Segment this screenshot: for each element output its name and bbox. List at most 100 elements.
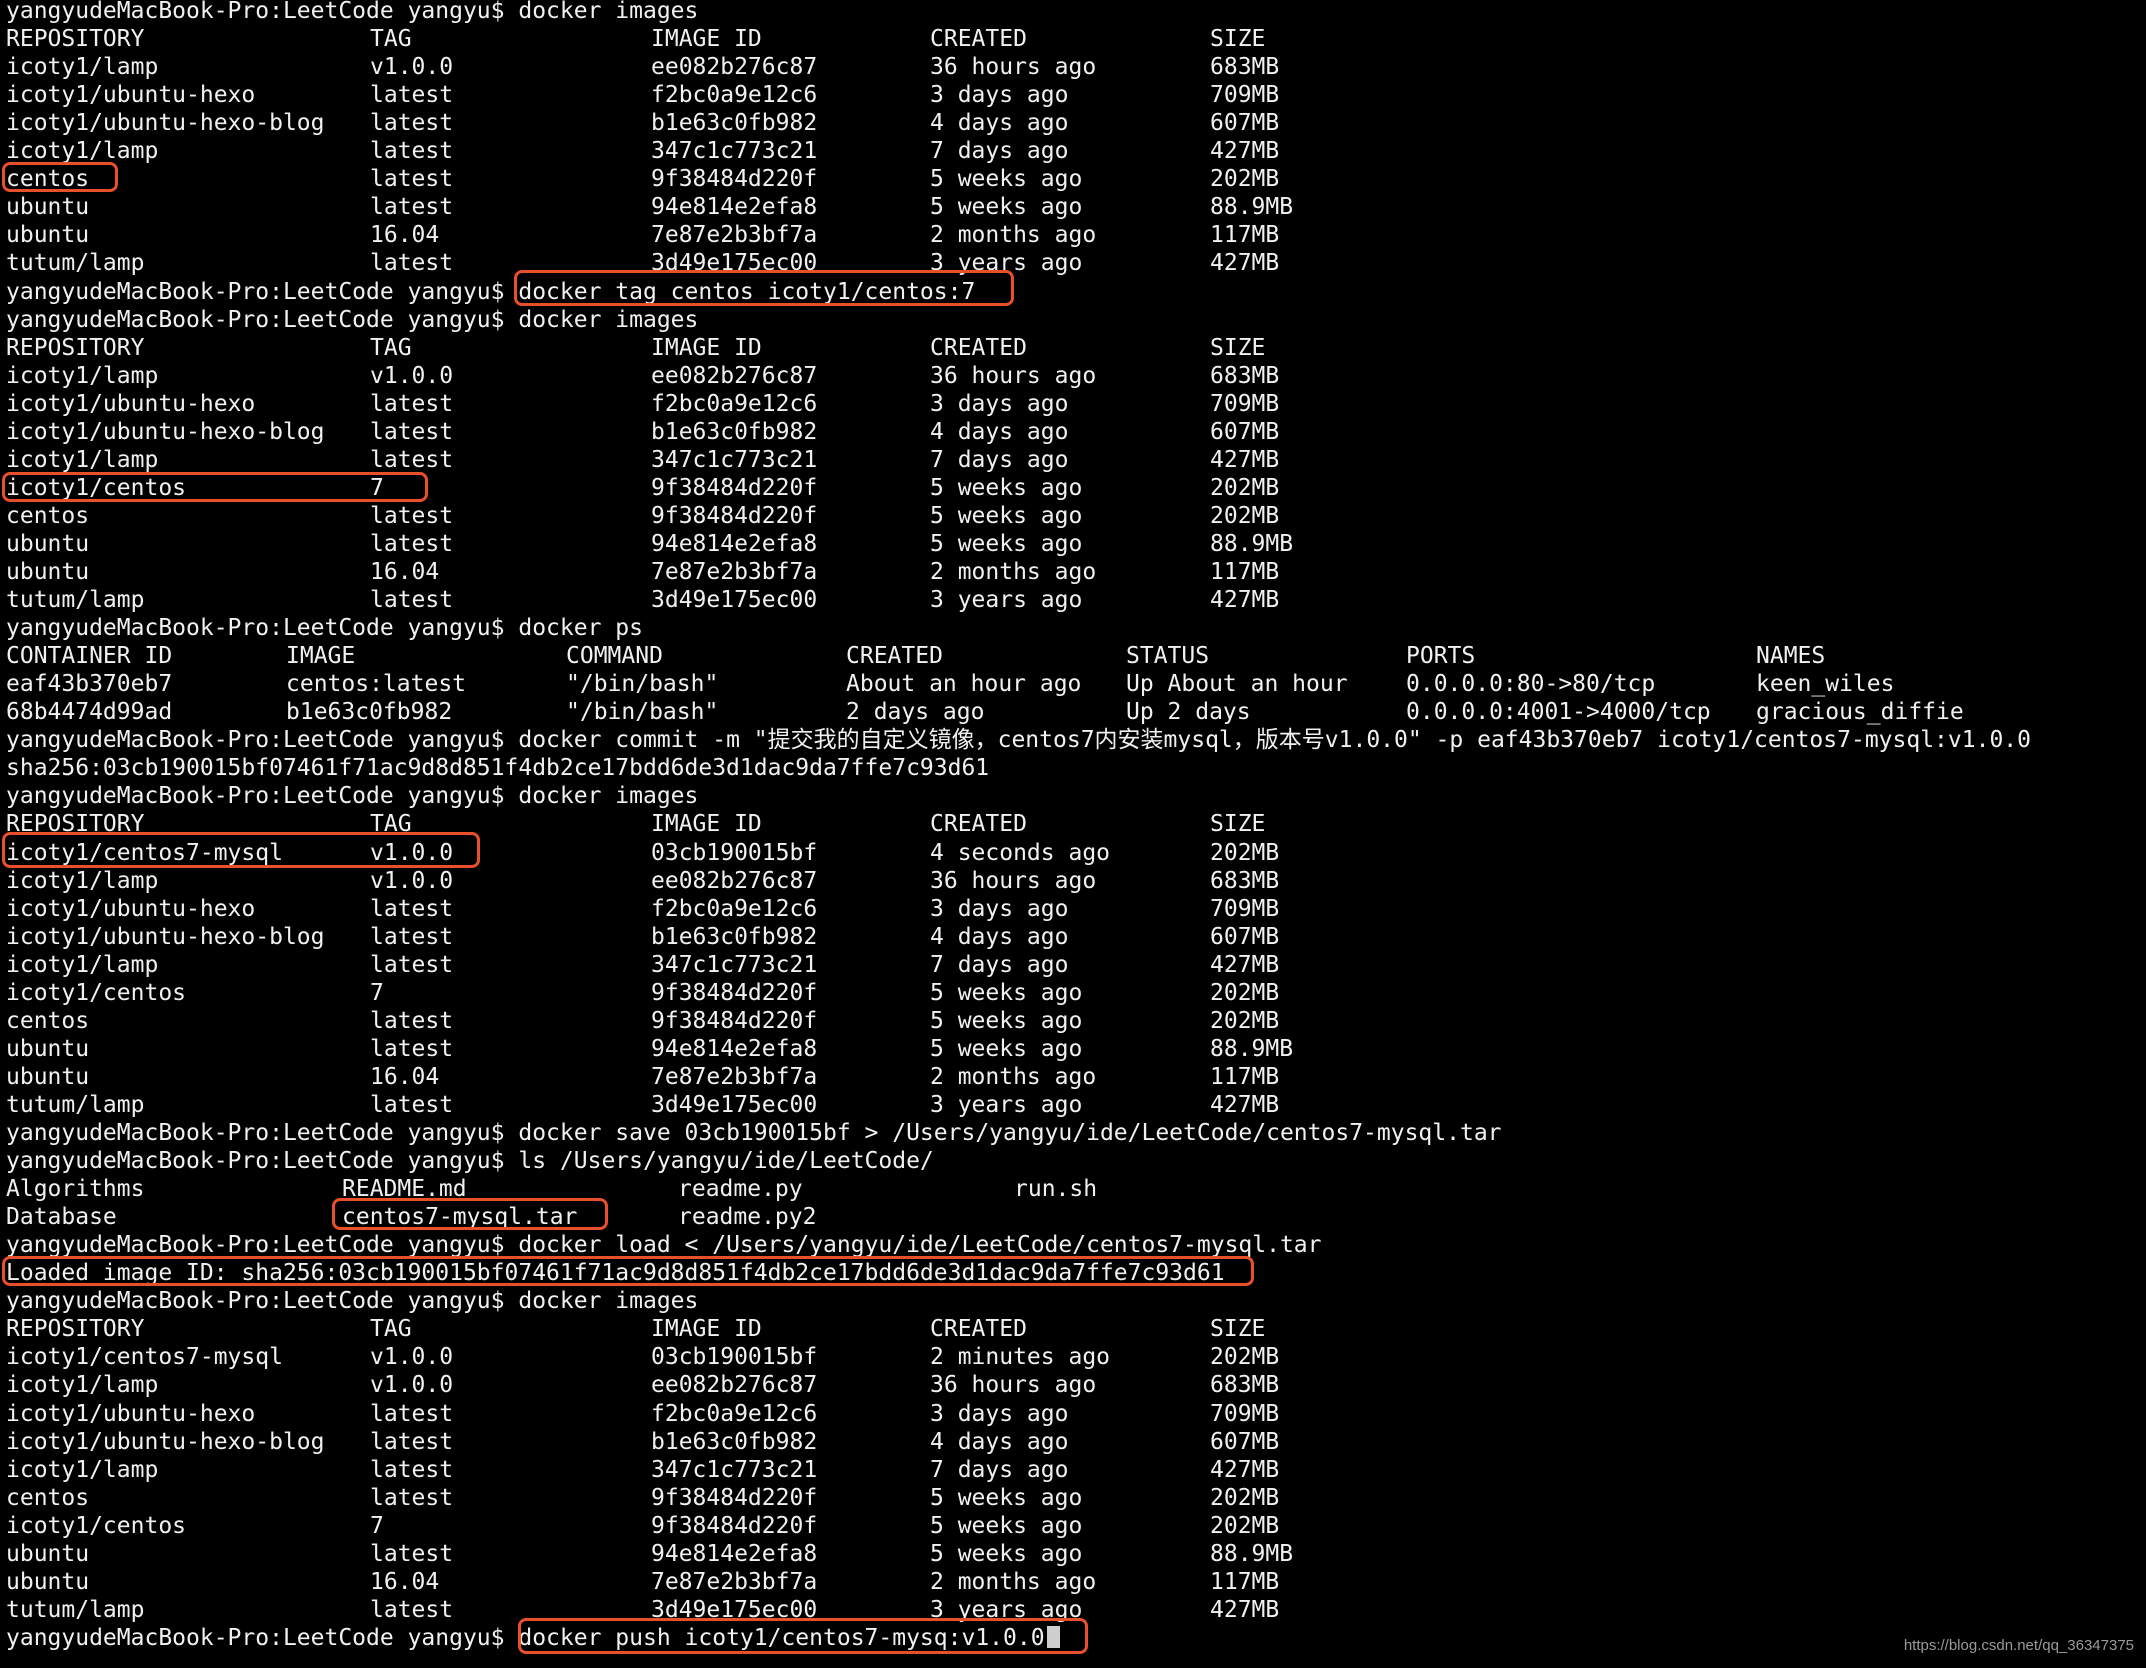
cell: centos	[6, 502, 90, 529]
table-row: REPOSITORY TAG IMAGE ID CREATED SIZE	[6, 25, 2126, 53]
cell: icoty1/centos	[6, 474, 187, 501]
command-text: docker save 03cb190015bf > /Users/yangyu…	[518, 1120, 1502, 1146]
cell: ubuntu	[6, 222, 90, 249]
cell: 4 days ago	[930, 110, 1069, 137]
cell: IMAGE ID	[651, 334, 762, 361]
cell: icoty1/ubuntu-hexo-blog	[6, 923, 325, 950]
cell: 347c1c773c21	[651, 1456, 818, 1483]
cell: 94e814e2efa8	[651, 194, 818, 221]
cell: Up 2 days	[1126, 699, 1251, 726]
cell: centos	[6, 166, 90, 193]
cell: latest	[370, 1035, 454, 1062]
command-line: yangyudeMacBook-Pro:LeetCode yangyu$ doc…	[6, 614, 643, 642]
cell: Database	[6, 1204, 117, 1231]
cell: 7e87e2b3bf7a	[651, 222, 818, 249]
table-row: icoty1/ubuntu-hexo latest f2bc0a9e12c6 3 da…	[6, 895, 2126, 923]
cell: 427MB	[1210, 1456, 1280, 1483]
table-row: icoty1/centos 7 9f38484d220f 5 weeks ago 202…	[6, 474, 2126, 502]
cell: keen_wiles	[1756, 671, 1895, 698]
cell: b1e63c0fb982	[286, 699, 453, 726]
cell: 202MB	[1210, 1484, 1280, 1511]
cell: 9f38484d220f	[651, 474, 818, 501]
command-text: docker load < /Users/yangyu/ide/LeetCode…	[518, 1232, 1322, 1259]
command-text: ls /Users/yangyu/ide/LeetCode/	[518, 1148, 934, 1175]
cell: CREATED	[930, 334, 1027, 361]
cell: 3 days ago	[930, 1400, 1069, 1427]
cell: 683MB	[1210, 362, 1280, 389]
cell: ubuntu	[6, 1063, 90, 1090]
ls-row: Database centos7-mysql.tar readme.py2	[6, 1203, 2126, 1231]
cell: icoty1/ubuntu-hexo	[6, 1400, 256, 1427]
cell: 202MB	[1210, 502, 1280, 529]
cell: "/bin/bash"	[566, 699, 719, 726]
cell: 5 weeks ago	[930, 530, 1083, 557]
cell: TAG	[370, 811, 412, 838]
cell: icoty1/centos7-mysql	[6, 1344, 283, 1371]
cell: latest	[370, 1596, 454, 1623]
cell: 9f38484d220f	[651, 979, 818, 1006]
command-text: docker tag centos icoty1/centos:7	[518, 278, 976, 305]
cell: 427MB	[1210, 250, 1280, 277]
cell: latest	[370, 951, 454, 978]
cell: latest	[370, 250, 454, 277]
cell: 347c1c773c21	[651, 138, 818, 165]
command-line: yangyudeMacBook-Pro:LeetCode yangyu$ doc…	[6, 306, 698, 334]
table-row: centos latest 9f38484d220f 5 weeks ago 202MB	[6, 165, 2126, 193]
cell: 94e814e2efa8	[651, 1540, 818, 1567]
cell: latest	[370, 446, 454, 473]
command-line: yangyudeMacBook-Pro:LeetCode yangyu$ doc…	[6, 0, 698, 25]
table-row: icoty1/lamp latest 347c1c773c21 7 days ago 4…	[6, 446, 2126, 474]
cell: icoty1/centos7-mysql	[6, 839, 283, 866]
cell: b1e63c0fb982	[651, 110, 818, 137]
table-row: icoty1/ubuntu-hexo-blog latest b1e63c0fb98…	[6, 1428, 2126, 1456]
table-row: REPOSITORY TAG IMAGE ID CREATED SIZE	[6, 334, 2126, 362]
table-row: centos latest 9f38484d220f 5 weeks ago 202MB	[6, 1484, 2126, 1512]
terminal-window[interactable]: https://blog.csdn.net/qq_36347375 yangyu…	[0, 0, 2146, 1668]
cell: 4 days ago	[930, 923, 1069, 950]
cell: SIZE	[1210, 1316, 1266, 1343]
cell: centos	[6, 1484, 90, 1511]
cell: CONTAINER ID	[6, 643, 173, 670]
cell: 9f38484d220f	[651, 1007, 818, 1034]
cell: 3 days ago	[930, 82, 1069, 109]
cell: latest	[370, 138, 454, 165]
prompt: yangyudeMacBook-Pro:LeetCode yangyu$	[6, 278, 519, 305]
cell: 5 weeks ago	[930, 1007, 1083, 1034]
cell: latest	[370, 587, 454, 614]
cursor[interactable]	[1046, 1625, 1060, 1648]
cell: ubuntu	[6, 559, 90, 585]
table-row: centos latest 9f38484d220f 5 weeks ago 202MB	[6, 1007, 2126, 1035]
cell: 117MB	[1210, 1568, 1280, 1595]
cell: 607MB	[1210, 1428, 1280, 1455]
cell: v1.0.0	[370, 839, 454, 866]
cell: 117MB	[1210, 559, 1280, 585]
table-row: icoty1/ubuntu-hexo latest f2bc0a9e12c6 3 da…	[6, 1400, 2126, 1428]
cell: 36 hours ago	[930, 1372, 1097, 1399]
cell: ubuntu	[6, 1568, 90, 1595]
cell: latest	[370, 923, 454, 950]
cell: 9f38484d220f	[651, 1484, 818, 1511]
cell: b1e63c0fb982	[651, 923, 818, 950]
cell: PORTS	[1406, 643, 1476, 670]
table-row: icoty1/centos 7 9f38484d220f 5 weeks ago 202…	[6, 1512, 2126, 1540]
cell: REPOSITORY	[6, 26, 145, 53]
cell: 2 months ago	[930, 222, 1097, 249]
cell: 88.9MB	[1210, 1540, 1294, 1567]
cell: 427MB	[1210, 138, 1280, 165]
table-row: icoty1/ubuntu-hexo latest f2bc0a9e12c6 3 da…	[6, 81, 2126, 109]
cell: Algorithms	[6, 1176, 145, 1203]
cell: latest	[370, 110, 454, 137]
cell: centos	[6, 1007, 90, 1034]
cell: 683MB	[1210, 867, 1280, 894]
cell: 427MB	[1210, 446, 1280, 473]
cell: 202MB	[1210, 839, 1280, 866]
command-text: docker images	[518, 306, 699, 333]
cell: SIZE	[1210, 811, 1266, 838]
cell: ee082b276c87	[651, 362, 818, 389]
cell: readme.py2	[678, 1204, 817, 1231]
cell: 0.0.0.0:4001->4000/tcp	[1406, 699, 1711, 726]
cell: 709MB	[1210, 895, 1280, 922]
cell: 5 weeks ago	[930, 979, 1083, 1006]
cell: 88.9MB	[1210, 194, 1294, 221]
cell: About an hour ago	[846, 671, 1082, 698]
